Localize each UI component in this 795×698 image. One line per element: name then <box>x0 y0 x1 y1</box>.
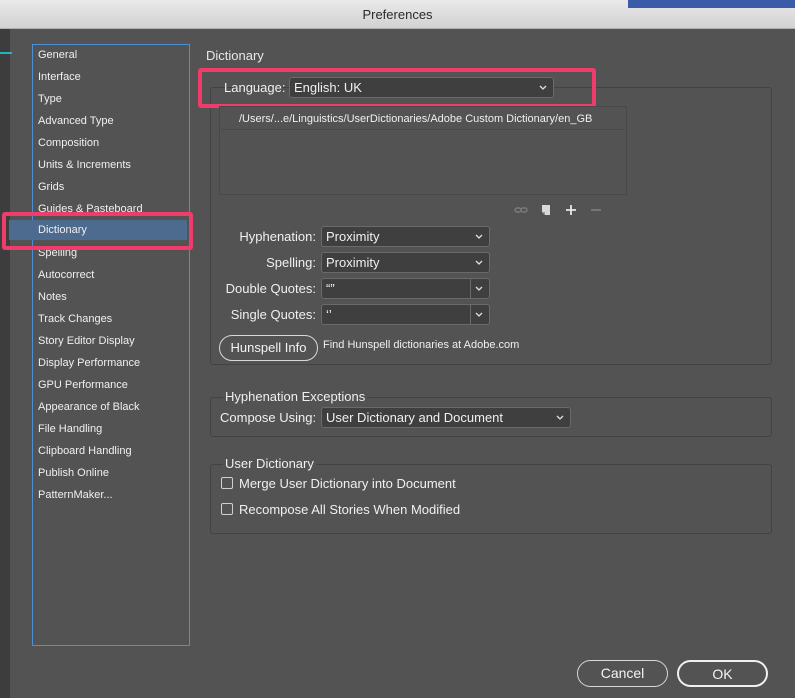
hunspell-info-text: Find Hunspell dictionaries at Adobe.com <box>323 339 520 351</box>
spelling-select[interactable]: Proximity <box>321 252 490 273</box>
dictionary-list[interactable]: /Users/...e/Linguistics/UserDictionaries… <box>219 106 627 195</box>
sidebar-item-composition[interactable]: Composition <box>37 133 187 153</box>
compose-using-select[interactable]: User Dictionary and Document <box>321 407 571 428</box>
sidebar-item-spelling[interactable]: Spelling <box>37 243 187 263</box>
list-item[interactable]: /Users/...e/Linguistics/UserDictionaries… <box>221 108 625 130</box>
sidebar-item-autocorrect[interactable]: Autocorrect <box>37 265 187 285</box>
sidebar-item-grids[interactable]: Grids <box>37 177 187 197</box>
sidebar-item-story-editor-display[interactable]: Story Editor Display <box>37 331 187 351</box>
sidebar-item-dictionary[interactable]: Dictionary <box>9 220 187 240</box>
double-quotes-label: Double Quotes: <box>225 281 316 296</box>
link-icon[interactable] <box>513 202 529 218</box>
spelling-label: Spelling: <box>266 255 316 270</box>
combo-divider <box>470 305 471 324</box>
sidebar-item-guides-pasteboard[interactable]: Guides & Pasteboard <box>37 199 187 213</box>
recompose-stories-checkbox[interactable] <box>221 503 233 515</box>
sidebar-item-file-handling[interactable]: File Handling <box>37 419 187 439</box>
panel-title: Dictionary <box>206 48 264 63</box>
chevron-down-icon <box>475 260 483 265</box>
window-title: Preferences <box>362 7 433 22</box>
add-icon[interactable] <box>563 202 579 218</box>
ok-button[interactable]: OK <box>677 660 768 687</box>
single-quotes-value: ‘’ <box>326 307 332 322</box>
cancel-button[interactable]: Cancel <box>577 660 668 687</box>
sidebar-item-track-changes[interactable]: Track Changes <box>37 309 187 329</box>
sidebar-item-advanced-type[interactable]: Advanced Type <box>37 111 187 131</box>
language-label: Language: <box>224 80 286 95</box>
hyphenation-value: Proximity <box>326 229 380 244</box>
language-value: English: UK <box>294 80 362 95</box>
window-left-edge <box>0 29 10 698</box>
sidebar-item-display-performance[interactable]: Display Performance <box>37 353 187 373</box>
merge-dictionary-label[interactable]: Merge User Dictionary into Document <box>239 476 456 491</box>
chevron-down-icon <box>475 286 483 291</box>
sidebar-item-gpu-performance[interactable]: GPU Performance <box>37 375 187 395</box>
compose-using-value: User Dictionary and Document <box>326 410 504 425</box>
double-quotes-combo[interactable]: “” <box>321 278 490 299</box>
sidebar-item-type[interactable]: Type <box>37 89 187 109</box>
sidebar-item-general[interactable]: General <box>37 45 187 65</box>
category-list: General Interface Type Advanced Type Com… <box>9 44 190 646</box>
user-dictionary-group <box>210 464 772 534</box>
new-dictionary-icon[interactable] <box>538 202 554 218</box>
sidebar-item-interface[interactable]: Interface <box>37 67 187 87</box>
single-quotes-label: Single Quotes: <box>230 307 316 322</box>
chevron-down-icon <box>556 415 564 420</box>
chevron-down-icon <box>475 234 483 239</box>
sidebar-item-units-increments[interactable]: Units & Increments <box>37 155 187 175</box>
language-select[interactable]: English: UK <box>289 77 554 98</box>
sidebar-item-patternmaker[interactable]: PatternMaker... <box>37 485 187 505</box>
remove-icon[interactable] <box>588 202 604 218</box>
spelling-value: Proximity <box>326 255 380 270</box>
background-window-strip <box>628 0 795 8</box>
hyphenation-exceptions-title: Hyphenation Exceptions <box>223 389 368 404</box>
sidebar-item-publish-online[interactable]: Publish Online <box>37 463 187 483</box>
combo-divider <box>470 279 471 298</box>
sidebar-item-appearance-of-black[interactable]: Appearance of Black <box>37 397 187 417</box>
double-quotes-value: “” <box>326 281 335 296</box>
single-quotes-combo[interactable]: ‘’ <box>321 304 490 325</box>
guide-mark <box>0 52 12 54</box>
hyphenation-select[interactable]: Proximity <box>321 226 490 247</box>
sidebar-item-clipboard-handling[interactable]: Clipboard Handling <box>37 441 187 461</box>
compose-using-label: Compose Using: <box>220 410 317 425</box>
recompose-stories-label[interactable]: Recompose All Stories When Modified <box>239 502 460 517</box>
hyphenation-label: Hyphenation: <box>239 229 316 244</box>
chevron-down-icon <box>475 312 483 317</box>
merge-dictionary-checkbox[interactable] <box>221 477 233 489</box>
sidebar-item-notes[interactable]: Notes <box>37 287 187 307</box>
hunspell-info-button[interactable]: Hunspell Info <box>219 335 318 361</box>
chevron-down-icon <box>539 85 547 90</box>
user-dictionary-title: User Dictionary <box>223 456 316 471</box>
